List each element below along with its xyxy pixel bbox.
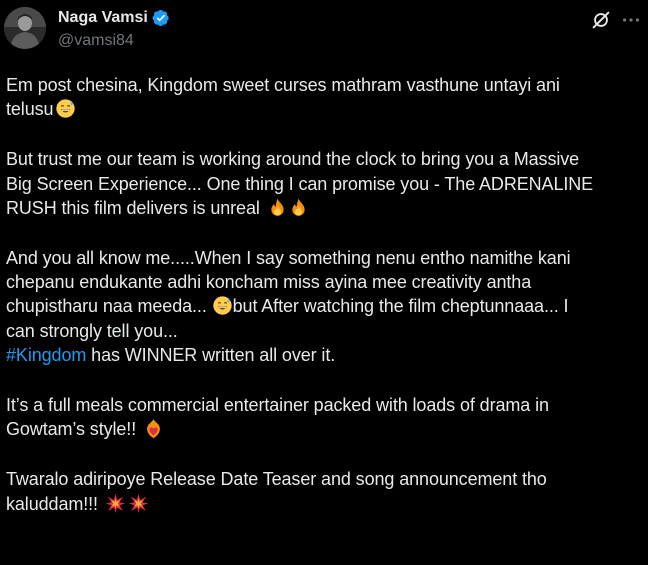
text-line: #Kingdom has WINNER written all over it. <box>6 344 336 365</box>
text-line: It’s a full meals commercial entertainer… <box>6 395 549 416</box>
collision-emoji-icon <box>128 493 149 514</box>
avatar-photo <box>4 7 46 49</box>
fire-emoji-icon <box>267 197 288 218</box>
author-handle[interactable]: @vamsi84 <box>58 32 134 50</box>
text-line: Gowtam’s style!! <box>6 417 642 441</box>
fire-emoji-icon <box>288 197 309 218</box>
grok-icon[interactable] <box>590 9 612 31</box>
heart-on-fire-emoji-icon <box>143 418 164 439</box>
tweet-paragraph: Em post chesina, Kingdom sweet curses ma… <box>6 73 642 121</box>
author-display-name[interactable]: Naga Vamsi <box>58 9 148 27</box>
text-line: Big Screen Experience... One thing I can… <box>6 173 594 194</box>
tweet-paragraph: Twaralo adiripoye Release Date Teaser an… <box>6 467 642 515</box>
tweet-header: Naga Vamsi @vamsi84 <box>0 0 648 60</box>
hashtag-kingdom-link[interactable]: #Kingdom <box>6 345 86 365</box>
text-line: RUSH this film delivers is unreal <box>6 196 642 220</box>
text-line: chepanu endukante adhi koncham miss ayin… <box>6 272 532 293</box>
grinning-sweat-emoji-icon <box>212 295 233 316</box>
author-name-row: Naga Vamsi <box>58 9 170 27</box>
text-line: And you all know me.....When I say somet… <box>6 248 571 269</box>
text-line: Em post chesina, Kingdom sweet curses ma… <box>6 75 560 95</box>
text-line: But trust me our team is working around … <box>6 149 580 170</box>
text-line: can strongly tell you... <box>6 320 178 341</box>
text-line: chupistharu naa meeda... but After watch… <box>6 295 569 317</box>
tweet-text: Em post chesina, Kingdom sweet curses ma… <box>6 73 642 516</box>
verified-badge-icon <box>152 9 169 27</box>
text-line: telusu <box>6 97 642 121</box>
more-options-icon[interactable] <box>620 9 642 31</box>
text-line: kaluddam!!! <box>6 492 642 516</box>
tweet-paragraph: It’s a full meals commercial entertainer… <box>6 393 642 441</box>
grinning-sweat-emoji-icon <box>55 98 76 119</box>
tweet-paragraph: And you all know me.....When I say somet… <box>6 246 642 367</box>
collision-emoji-icon <box>105 493 126 514</box>
tweet-paragraph: But trust me our team is working around … <box>6 147 642 220</box>
text-line: Twaralo adiripoye Release Date Teaser an… <box>6 469 547 490</box>
avatar[interactable] <box>4 7 46 49</box>
